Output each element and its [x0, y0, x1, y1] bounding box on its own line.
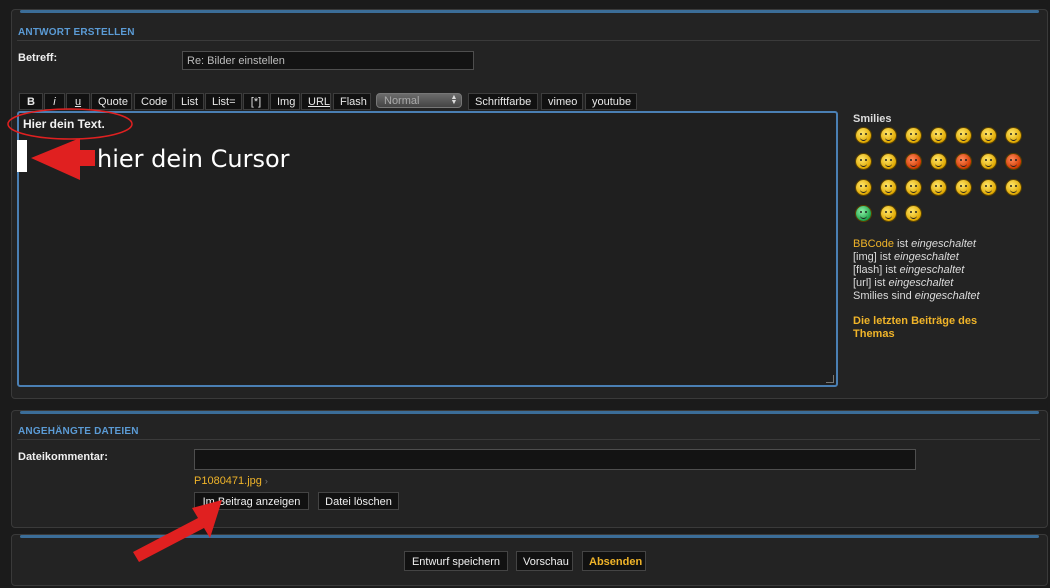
- status-name: [flash]: [853, 264, 883, 276]
- status-verb: ist: [897, 238, 909, 250]
- latest-posts-link[interactable]: Die letzten Beiträge des Themas: [853, 315, 1003, 341]
- smiley-icon[interactable]: [1006, 180, 1021, 195]
- smiley-icon[interactable]: [906, 206, 921, 221]
- img-button[interactable]: Img: [270, 93, 300, 110]
- panel-top-border: [20, 411, 1039, 414]
- smiley-icon[interactable]: [981, 128, 996, 143]
- status-name: Smilies: [853, 290, 889, 302]
- subject-input[interactable]: [182, 51, 474, 70]
- submit-button[interactable]: Absenden: [582, 551, 646, 571]
- font-size-value: Normal: [384, 95, 420, 107]
- panel-top-border: [20, 10, 1039, 13]
- smiley-icon[interactable]: [931, 154, 946, 169]
- smiley-icon[interactable]: [931, 180, 946, 195]
- status-flash: [flash] ist eingeschaltet: [853, 264, 964, 276]
- smiley-icon[interactable]: [881, 154, 896, 169]
- file-comment-label: Dateikommentar:: [18, 451, 108, 463]
- caret-right-icon: ›: [264, 476, 268, 486]
- attachments-heading: ANGEHÄNGTE DATEIEN: [18, 426, 139, 437]
- status-state: eingeschaltet: [899, 264, 965, 276]
- delete-file-button[interactable]: Datei löschen: [318, 492, 399, 510]
- smiley-icon[interactable]: [956, 154, 971, 169]
- cursor-annotation-label: hier dein Cursor: [97, 145, 290, 173]
- smiley-icon[interactable]: [881, 206, 896, 221]
- underline-button[interactable]: u: [66, 93, 90, 110]
- status-state: eingeschaltet: [911, 238, 976, 250]
- smilies-title: Smilies: [853, 113, 892, 125]
- attached-file-link[interactable]: P1080471.jpg ›: [194, 475, 268, 487]
- youtube-button[interactable]: youtube: [585, 93, 637, 110]
- font-size-select[interactable]: Normal ▲ ▼: [376, 93, 462, 108]
- quote-button[interactable]: Quote: [91, 93, 132, 110]
- status-verb: ist: [885, 264, 897, 276]
- status-verb: ist: [879, 251, 891, 263]
- smiley-icon[interactable]: [856, 206, 871, 221]
- text-cursor: [17, 140, 27, 172]
- smiley-icon[interactable]: [881, 180, 896, 195]
- status-state: eingeschaltet: [888, 277, 954, 289]
- smiley-icon[interactable]: [856, 154, 871, 169]
- list-item-button[interactable]: List=: [205, 93, 242, 110]
- list-button[interactable]: List: [174, 93, 204, 110]
- resize-grip-icon[interactable]: [826, 375, 834, 383]
- file-name: P1080471.jpg: [194, 475, 262, 487]
- status-verb: ist: [874, 277, 886, 289]
- italic-button[interactable]: i: [44, 93, 65, 110]
- attachments-heading-rule: [17, 439, 1040, 440]
- smiley-icon[interactable]: [956, 128, 971, 143]
- message-text: Hier dein Text.: [23, 117, 105, 131]
- status-smilies: Smilies sind eingeschaltet: [853, 290, 980, 302]
- smiley-icon[interactable]: [856, 180, 871, 195]
- status-img: [img] ist eingeschaltet: [853, 251, 959, 263]
- updown-arrows-icon: ▲ ▼: [450, 94, 458, 106]
- smiley-icon[interactable]: [856, 128, 871, 143]
- reply-heading-rule: [17, 40, 1040, 41]
- status-url: [url] ist eingeschaltet: [853, 277, 953, 289]
- smiley-icon[interactable]: [981, 180, 996, 195]
- status-state: eingeschaltet: [893, 251, 959, 263]
- smiley-icon[interactable]: [906, 128, 921, 143]
- flash-button[interactable]: Flash: [333, 93, 371, 110]
- status-name: [url]: [853, 277, 872, 289]
- smiley-icon[interactable]: [1006, 128, 1021, 143]
- smiley-icon[interactable]: [931, 128, 946, 143]
- preview-button[interactable]: Vorschau: [516, 551, 573, 571]
- bold-button[interactable]: B: [19, 93, 43, 110]
- show-in-post-button[interactable]: Im Beitrag anzeigen: [194, 492, 309, 510]
- save-draft-button[interactable]: Entwurf speichern: [404, 551, 508, 571]
- url-button[interactable]: URL: [301, 93, 331, 110]
- smiley-icon[interactable]: [906, 154, 921, 169]
- status-bbcode: BBCode ist eingeschaltet: [853, 238, 976, 250]
- smiley-icon[interactable]: [981, 154, 996, 169]
- vimeo-button[interactable]: vimeo: [541, 93, 583, 110]
- status-state: eingeschaltet: [914, 290, 980, 302]
- code-button[interactable]: Code: [134, 93, 173, 110]
- smiley-icon[interactable]: [956, 180, 971, 195]
- status-name: [img]: [853, 251, 877, 263]
- smiley-icon[interactable]: [1006, 154, 1021, 169]
- bbcode-link[interactable]: BBCode: [853, 238, 894, 250]
- reply-heading: ANTWORT ERSTELLEN: [18, 27, 135, 38]
- bullet-button[interactable]: [*]: [243, 93, 269, 110]
- font-color-button[interactable]: Schriftfarbe: [468, 93, 538, 110]
- smiley-icon[interactable]: [881, 128, 896, 143]
- status-verb: sind: [891, 290, 912, 302]
- file-comment-textarea[interactable]: [194, 449, 916, 470]
- smiley-icon[interactable]: [906, 180, 921, 195]
- subject-label: Betreff:: [18, 52, 58, 64]
- panel-top-border: [20, 535, 1039, 538]
